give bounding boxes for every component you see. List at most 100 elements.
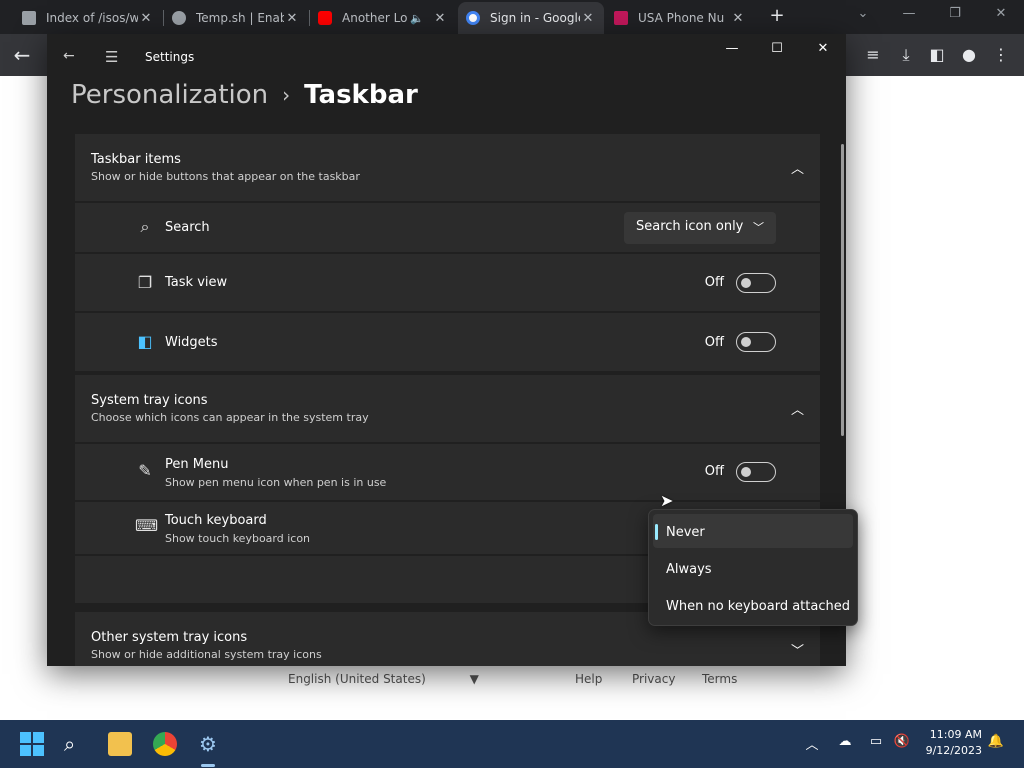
windows-taskbar: ⌕ ⚙ ︿ ☁ ▭ 🔇 11:09 AM 9/12/2023 🔔 <box>0 720 1024 768</box>
chrome-icon[interactable] <box>153 732 177 756</box>
clock-time: 11:09 AM <box>929 728 982 741</box>
youtube-icon <box>318 11 332 25</box>
taskbar-items-section: Taskbar items Show or hide buttons that … <box>75 134 820 371</box>
back-arrow-icon[interactable]: ← <box>11 44 33 66</box>
pen-icon: ✎ <box>138 461 152 480</box>
section-subtitle: Show or hide buttons that appear on the … <box>91 170 360 183</box>
section-title: Other system tray icons <box>91 630 248 645</box>
pen-menu-toggle[interactable] <box>736 462 776 482</box>
back-arrow-icon[interactable]: ← <box>63 48 75 64</box>
scrollbar[interactable] <box>841 144 844 436</box>
page-icon <box>22 11 36 25</box>
clock-date: 9/12/2023 <box>925 744 982 757</box>
profile-icon[interactable]: ● <box>958 44 980 66</box>
close-icon[interactable]: ✕ <box>580 11 596 26</box>
chevron-up-icon[interactable]: ︿ <box>802 734 822 753</box>
download-icon[interactable]: ⤓ <box>895 44 917 66</box>
search-mode-dropdown[interactable]: Search icon only ﹀ <box>624 212 776 244</box>
section-title: System tray icons <box>91 393 208 408</box>
section-subtitle: Choose which icons can appear in the sys… <box>91 411 369 424</box>
close-icon[interactable]: ✕ <box>730 11 746 26</box>
side-panel-icon[interactable]: ◧ <box>926 44 948 66</box>
google-icon <box>466 11 480 25</box>
chevron-down-icon[interactable]: ﹀ <box>791 640 804 659</box>
tab-title: Sign in - Google <box>490 11 580 25</box>
task-view-icon: ❐ <box>137 273 153 292</box>
close-icon[interactable]: ✕ <box>808 41 838 56</box>
minimize-icon[interactable]: — <box>894 6 924 21</box>
browser-tab[interactable]: Temp.sh | Enabl ✕ <box>164 2 308 34</box>
file-explorer-icon[interactable] <box>108 732 132 756</box>
chevron-up-icon[interactable]: ︿ <box>791 158 804 177</box>
network-icon[interactable]: ▭ <box>866 734 886 749</box>
toggle-state-label: Off <box>704 335 724 350</box>
touch-keyboard-options-menu: Never Always When no keyboard attached <box>648 509 858 626</box>
browser-tab[interactable]: Index of /isos/w ✕ <box>14 2 162 34</box>
browser-tab-active[interactable]: Sign in - Google ✕ <box>458 2 604 34</box>
breadcrumb: Personalization › Taskbar <box>71 80 418 110</box>
task-view-toggle[interactable] <box>736 273 776 293</box>
toggle-state-label: Off <box>704 464 724 479</box>
row-sublabel: Show pen menu icon when pen is in use <box>165 476 387 489</box>
search-icon[interactable]: ⌕ <box>64 732 88 756</box>
new-tab-button[interactable]: + <box>766 5 788 27</box>
onedrive-icon[interactable]: ☁ <box>835 734 855 749</box>
active-app-indicator <box>201 764 215 767</box>
sms-icon <box>614 11 628 25</box>
caret-down-icon: ▼ <box>469 672 479 686</box>
minimize-icon[interactable]: — <box>717 41 747 56</box>
menu-item-label: Always <box>666 562 712 577</box>
maximize-icon[interactable]: ☐ <box>762 41 792 56</box>
menu-item-when-no-keyboard[interactable]: When no keyboard attached <box>653 588 853 622</box>
widgets-row: ◧ Widgets Off <box>75 311 820 371</box>
app-title: Settings <box>145 50 195 64</box>
row-label: Task view <box>165 275 228 290</box>
tab-title: Another Lo <box>342 11 408 25</box>
menu-item-never[interactable]: Never <box>653 514 853 548</box>
section-header[interactable]: System tray icons Choose which icons can… <box>75 375 820 442</box>
row-label: Widgets <box>165 335 218 350</box>
tab-search-icon[interactable]: ⌄ <box>848 6 878 21</box>
breadcrumb-parent[interactable]: Personalization <box>71 80 268 110</box>
close-icon[interactable]: ✕ <box>432 11 448 26</box>
volume-muted-icon[interactable]: 🔇 <box>892 734 912 749</box>
close-window-icon[interactable]: ✕ <box>986 6 1016 21</box>
section-title: Taskbar items <box>91 152 181 167</box>
media-control-icon[interactable]: ≡ <box>862 44 884 66</box>
globe-icon <box>172 11 186 25</box>
privacy-link[interactable]: Privacy <box>632 672 675 686</box>
task-view-row: ❐ Task view Off <box>75 252 820 311</box>
mouse-cursor-icon: ➤ <box>660 491 674 510</box>
settings-gear-icon[interactable]: ⚙ <box>196 732 220 756</box>
menu-item-always[interactable]: Always <box>653 551 853 585</box>
tab-title: USA Phone Nu <box>638 11 725 25</box>
row-label: Touch keyboard <box>165 513 267 528</box>
language-select[interactable]: English (United States) ▼ <box>288 672 479 686</box>
chevron-right-icon: › <box>282 83 291 107</box>
selection-indicator <box>655 524 658 540</box>
browser-tab[interactable]: USA Phone Nu ✕ <box>606 2 754 34</box>
widgets-toggle[interactable] <box>736 332 776 352</box>
section-header[interactable]: Taskbar items Show or hide buttons that … <box>75 134 820 201</box>
row-sublabel: Show touch keyboard icon <box>165 532 311 545</box>
browser-tab[interactable]: Another Lo 🔈 ✕ <box>310 2 456 34</box>
section-subtitle: Show or hide additional system tray icon… <box>91 648 322 661</box>
hamburger-menu-icon[interactable]: ☰ <box>105 48 118 66</box>
start-button[interactable] <box>20 732 44 756</box>
terms-link[interactable]: Terms <box>702 672 737 686</box>
help-link[interactable]: Help <box>575 672 602 686</box>
search-icon: ⌕ <box>140 217 150 236</box>
clock[interactable]: 11:09 AM 9/12/2023 <box>920 727 982 759</box>
search-row: ⌕ Search Search icon only ﹀ <box>75 201 820 252</box>
close-icon[interactable]: ✕ <box>138 11 154 26</box>
tab-title: Index of /isos/w <box>46 11 138 25</box>
language-label: English (United States) <box>288 672 426 686</box>
chevron-up-icon[interactable]: ︿ <box>791 399 804 418</box>
kebab-menu-icon[interactable]: ⋮ <box>990 44 1012 66</box>
restore-icon[interactable]: ❐ <box>940 6 970 21</box>
close-icon[interactable]: ✕ <box>284 11 300 26</box>
keyboard-icon: ⌨ <box>135 516 159 535</box>
speaker-icon[interactable]: 🔈 <box>410 12 424 25</box>
tab-title: Temp.sh | Enabl <box>196 11 284 25</box>
notification-bell-icon[interactable]: 🔔 <box>986 734 1006 749</box>
